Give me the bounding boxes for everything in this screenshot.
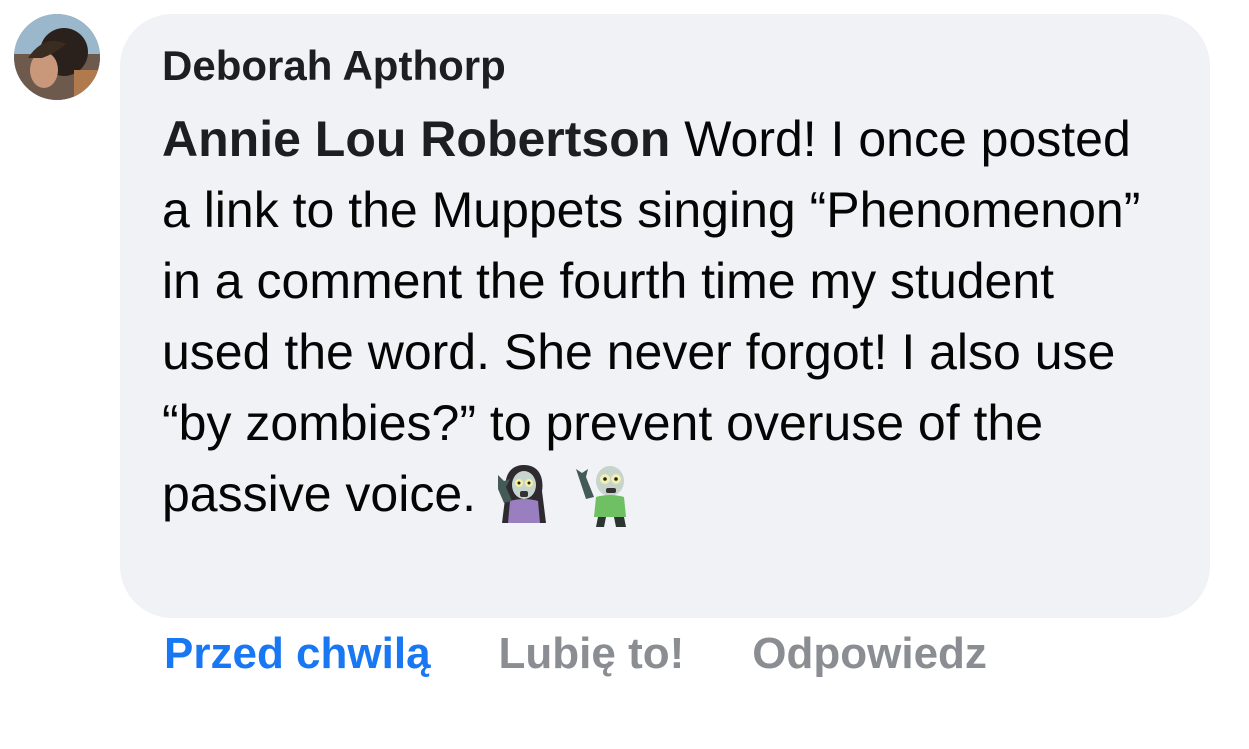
like-button[interactable]: Lubię to! (499, 628, 685, 680)
avatar[interactable] (14, 14, 100, 100)
timestamp-link[interactable]: Przed chwilą (164, 628, 431, 680)
mention-link[interactable]: Annie Lou Robertson (162, 111, 670, 167)
comment-text: Word! I once posted a link to the Muppet… (162, 111, 1141, 522)
male-zombie-icon (572, 461, 640, 529)
comment-bubble: Deborah Apthorp Annie Lou Robertson Word… (120, 14, 1210, 618)
comment-author[interactable]: Deborah Apthorp (162, 40, 1170, 92)
female-zombie-icon (490, 461, 558, 529)
comment-actions: Przed chwilą Lubię to! Odpowiedz (164, 628, 987, 680)
comment-body: Annie Lou Robertson Word! I once posted … (162, 104, 1172, 530)
reply-button[interactable]: Odpowiedz (752, 628, 987, 680)
